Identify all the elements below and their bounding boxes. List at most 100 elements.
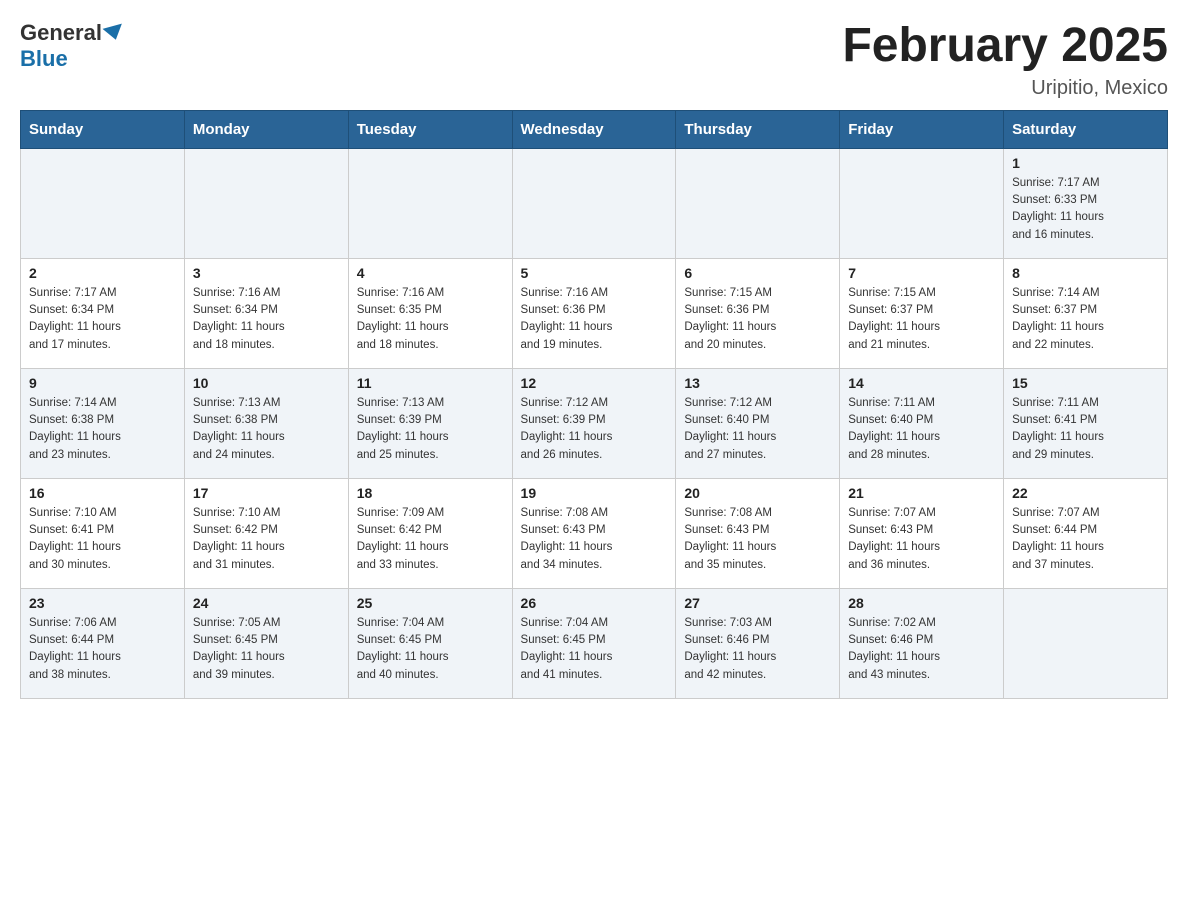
logo: General Blue xyxy=(20,20,126,72)
calendar-cell: 10 Sunrise: 7:13 AM Sunset: 6:38 PM Dayli… xyxy=(184,368,348,478)
calendar-cell: 23 Sunrise: 7:06 AM Sunset: 6:44 PM Dayli… xyxy=(21,588,185,698)
day-info: Sunrise: 7:15 AM Sunset: 6:37 PM Dayligh… xyxy=(848,285,995,354)
logo-arrow-icon xyxy=(102,24,125,43)
day-number: 21 xyxy=(848,485,995,501)
calendar-row: 23 Sunrise: 7:06 AM Sunset: 6:44 PM Dayli… xyxy=(21,588,1168,698)
day-number: 27 xyxy=(684,595,831,611)
day-info: Sunrise: 7:13 AM Sunset: 6:39 PM Dayligh… xyxy=(357,395,504,464)
calendar-cell: 5Sunrise: 7:16 AM Sunset: 6:36 PM Daylig… xyxy=(512,258,676,368)
col-friday: Friday xyxy=(840,110,1004,148)
calendar-cell: 27 Sunrise: 7:03 AM Sunset: 6:46 PM Dayli… xyxy=(676,588,840,698)
calendar-cell xyxy=(840,148,1004,258)
calendar-cell: 8 Sunrise: 7:14 AM Sunset: 6:37 PM Daylig… xyxy=(1004,258,1168,368)
calendar-cell xyxy=(1004,588,1168,698)
day-info: Sunrise: 7:16 AM Sunset: 6:35 PM Dayligh… xyxy=(357,285,504,354)
calendar-cell: 6 Sunrise: 7:15 AM Sunset: 6:36 PM Daylig… xyxy=(676,258,840,368)
calendar-cell: 3Sunrise: 7:16 AM Sunset: 6:34 PM Daylig… xyxy=(184,258,348,368)
day-number: 23 xyxy=(29,595,176,611)
calendar-cell: 28Sunrise: 7:02 AM Sunset: 6:46 PM Dayli… xyxy=(840,588,1004,698)
day-number: 1 xyxy=(1012,155,1159,171)
day-number: 16 xyxy=(29,485,176,501)
calendar-cell: 22 Sunrise: 7:07 AM Sunset: 6:44 PM Dayli… xyxy=(1004,478,1168,588)
day-number: 24 xyxy=(193,595,340,611)
day-number: 13 xyxy=(684,375,831,391)
calendar-header: Sunday Monday Tuesday Wednesday Thursday… xyxy=(21,110,1168,148)
day-info: Sunrise: 7:05 AM Sunset: 6:45 PM Dayligh… xyxy=(193,615,340,684)
calendar-cell: 20 Sunrise: 7:08 AM Sunset: 6:43 PM Dayli… xyxy=(676,478,840,588)
day-info: Sunrise: 7:06 AM Sunset: 6:44 PM Dayligh… xyxy=(29,615,176,684)
calendar-cell xyxy=(21,148,185,258)
calendar-table: Sunday Monday Tuesday Wednesday Thursday… xyxy=(20,110,1168,699)
calendar-cell: 25 Sunrise: 7:04 AM Sunset: 6:45 PM Dayli… xyxy=(348,588,512,698)
day-number: 18 xyxy=(357,485,504,501)
day-info: Sunrise: 7:17 AM Sunset: 6:33 PM Dayligh… xyxy=(1012,175,1159,244)
calendar-cell: 4 Sunrise: 7:16 AM Sunset: 6:35 PM Daylig… xyxy=(348,258,512,368)
calendar-cell: 24 Sunrise: 7:05 AM Sunset: 6:45 PM Dayli… xyxy=(184,588,348,698)
calendar-row: 9Sunrise: 7:14 AM Sunset: 6:38 PM Daylig… xyxy=(21,368,1168,478)
day-info: Sunrise: 7:15 AM Sunset: 6:36 PM Dayligh… xyxy=(684,285,831,354)
col-tuesday: Tuesday xyxy=(348,110,512,148)
calendar-cell: 12 Sunrise: 7:12 AM Sunset: 6:39 PM Dayli… xyxy=(512,368,676,478)
page-header: General Blue February 2025 Uripitio, Mex… xyxy=(20,20,1168,100)
day-number: 8 xyxy=(1012,265,1159,281)
calendar-cell xyxy=(184,148,348,258)
day-number: 25 xyxy=(357,595,504,611)
day-number: 6 xyxy=(684,265,831,281)
col-saturday: Saturday xyxy=(1004,110,1168,148)
calendar-row: 2 Sunrise: 7:17 AM Sunset: 6:34 PM Daylig… xyxy=(21,258,1168,368)
title-section: February 2025 Uripitio, Mexico xyxy=(842,20,1168,100)
day-number: 15 xyxy=(1012,375,1159,391)
day-info: Sunrise: 7:14 AM Sunset: 6:38 PM Dayligh… xyxy=(29,395,176,464)
calendar-cell xyxy=(676,148,840,258)
day-number: 17 xyxy=(193,485,340,501)
col-wednesday: Wednesday xyxy=(512,110,676,148)
day-number: 22 xyxy=(1012,485,1159,501)
calendar-cell: 13 Sunrise: 7:12 AM Sunset: 6:40 PM Dayli… xyxy=(676,368,840,478)
calendar-row: 1 Sunrise: 7:17 AM Sunset: 6:33 PM Daylig… xyxy=(21,148,1168,258)
day-number: 2 xyxy=(29,265,176,281)
day-number: 3 xyxy=(193,265,340,281)
calendar-cell: 18 Sunrise: 7:09 AM Sunset: 6:42 PM Dayli… xyxy=(348,478,512,588)
header-row: Sunday Monday Tuesday Wednesday Thursday… xyxy=(21,110,1168,148)
day-info: Sunrise: 7:12 AM Sunset: 6:39 PM Dayligh… xyxy=(521,395,668,464)
day-info: Sunrise: 7:14 AM Sunset: 6:37 PM Dayligh… xyxy=(1012,285,1159,354)
calendar-cell: 19Sunrise: 7:08 AM Sunset: 6:43 PM Dayli… xyxy=(512,478,676,588)
col-sunday: Sunday xyxy=(21,110,185,148)
calendar-body: 1 Sunrise: 7:17 AM Sunset: 6:33 PM Daylig… xyxy=(21,148,1168,698)
day-number: 11 xyxy=(357,375,504,391)
day-info: Sunrise: 7:08 AM Sunset: 6:43 PM Dayligh… xyxy=(684,505,831,574)
calendar-cell: 17 Sunrise: 7:10 AM Sunset: 6:42 PM Dayli… xyxy=(184,478,348,588)
day-info: Sunrise: 7:10 AM Sunset: 6:42 PM Dayligh… xyxy=(193,505,340,574)
col-monday: Monday xyxy=(184,110,348,148)
day-number: 14 xyxy=(848,375,995,391)
day-info: Sunrise: 7:04 AM Sunset: 6:45 PM Dayligh… xyxy=(521,615,668,684)
day-number: 4 xyxy=(357,265,504,281)
day-info: Sunrise: 7:17 AM Sunset: 6:34 PM Dayligh… xyxy=(29,285,176,354)
day-number: 19 xyxy=(521,485,668,501)
day-info: Sunrise: 7:03 AM Sunset: 6:46 PM Dayligh… xyxy=(684,615,831,684)
calendar-cell: 7 Sunrise: 7:15 AM Sunset: 6:37 PM Daylig… xyxy=(840,258,1004,368)
calendar-cell: 26 Sunrise: 7:04 AM Sunset: 6:45 PM Dayli… xyxy=(512,588,676,698)
day-info: Sunrise: 7:09 AM Sunset: 6:42 PM Dayligh… xyxy=(357,505,504,574)
calendar-cell xyxy=(512,148,676,258)
calendar-row: 16 Sunrise: 7:10 AM Sunset: 6:41 PM Dayli… xyxy=(21,478,1168,588)
day-number: 12 xyxy=(521,375,668,391)
day-number: 10 xyxy=(193,375,340,391)
calendar-cell: 21 Sunrise: 7:07 AM Sunset: 6:43 PM Dayli… xyxy=(840,478,1004,588)
calendar-cell: 14 Sunrise: 7:11 AM Sunset: 6:40 PM Dayli… xyxy=(840,368,1004,478)
calendar-cell: 11 Sunrise: 7:13 AM Sunset: 6:39 PM Dayli… xyxy=(348,368,512,478)
location-text: Uripitio, Mexico xyxy=(842,77,1168,100)
day-info: Sunrise: 7:07 AM Sunset: 6:44 PM Dayligh… xyxy=(1012,505,1159,574)
day-number: 20 xyxy=(684,485,831,501)
calendar-cell: 2 Sunrise: 7:17 AM Sunset: 6:34 PM Daylig… xyxy=(21,258,185,368)
day-number: 7 xyxy=(848,265,995,281)
day-info: Sunrise: 7:12 AM Sunset: 6:40 PM Dayligh… xyxy=(684,395,831,464)
day-info: Sunrise: 7:07 AM Sunset: 6:43 PM Dayligh… xyxy=(848,505,995,574)
day-info: Sunrise: 7:02 AM Sunset: 6:46 PM Dayligh… xyxy=(848,615,995,684)
day-info: Sunrise: 7:11 AM Sunset: 6:40 PM Dayligh… xyxy=(848,395,995,464)
day-number: 26 xyxy=(521,595,668,611)
day-info: Sunrise: 7:04 AM Sunset: 6:45 PM Dayligh… xyxy=(357,615,504,684)
day-info: Sunrise: 7:13 AM Sunset: 6:38 PM Dayligh… xyxy=(193,395,340,464)
logo-general-text: General xyxy=(20,20,102,46)
day-info: Sunrise: 7:10 AM Sunset: 6:41 PM Dayligh… xyxy=(29,505,176,574)
